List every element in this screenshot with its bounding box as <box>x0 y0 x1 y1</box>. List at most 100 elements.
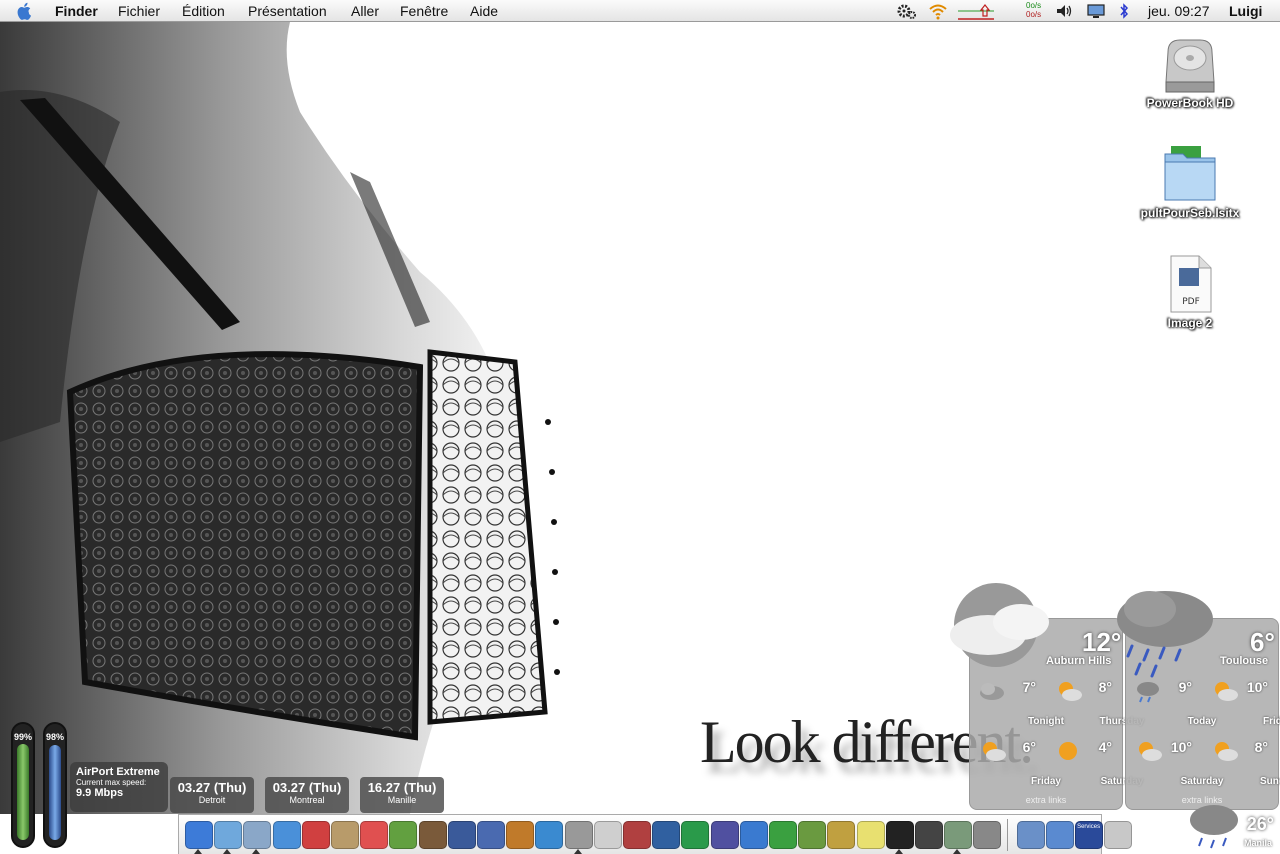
itunes-icon[interactable] <box>389 821 418 849</box>
hard-drive-icon <box>1165 39 1215 93</box>
excel-icon[interactable] <box>769 821 797 849</box>
running-indicator <box>194 849 202 854</box>
forecast-cell: 7° Tonight <box>972 673 1064 731</box>
menu-edition[interactable]: Édition <box>182 3 225 19</box>
forecast-temp: 10° <box>1170 739 1192 755</box>
gears-icon[interactable] <box>896 2 918 20</box>
imovie-icon[interactable] <box>447 821 476 849</box>
airport-widget[interactable]: AirPort Extreme Current max speed: 9.9 M… <box>70 762 168 812</box>
desktop-icon-powerbook-hd[interactable]: PowerBook HD <box>1130 36 1250 110</box>
photoshop-icon[interactable] <box>652 821 681 849</box>
trash-icon[interactable] <box>1103 821 1132 849</box>
menu-app-finder[interactable]: Finder <box>55 3 98 19</box>
menu-fichier[interactable]: Fichier <box>118 3 160 19</box>
moon-cloud-icon <box>950 583 1049 667</box>
menu-aller[interactable]: Aller <box>351 3 379 19</box>
finder-icon[interactable] <box>185 821 213 849</box>
url-icon[interactable] <box>1016 821 1045 849</box>
network-speed: 0o/s 0o/s <box>1026 1 1041 19</box>
adium-icon[interactable] <box>301 821 330 849</box>
forecast-day: Friday <box>1262 716 1280 727</box>
preview-icon[interactable] <box>623 821 651 849</box>
forecast-temp: 6° <box>1022 739 1036 755</box>
ical-icon[interactable] <box>360 821 389 849</box>
weather-extra-links[interactable]: extra links <box>970 795 1122 805</box>
clock-widget-montreal[interactable]: 03.27 (Thu) Montreal <box>265 777 349 813</box>
menubar-clock[interactable]: jeu. 09:27 <box>1148 3 1210 19</box>
clock-widget-manille[interactable]: 16.27 (Thu) Manille <box>360 777 444 813</box>
system-prefs-icon[interactable] <box>564 821 593 849</box>
quicktime-icon[interactable] <box>535 821 564 849</box>
forecast-cell: 8° Sunday <box>1204 733 1280 791</box>
menu-fenetre[interactable]: Fenêtre <box>400 3 448 19</box>
manila-temp: 26° <box>1246 814 1274 834</box>
network-monitor-icon[interactable] <box>956 2 996 20</box>
dock-item-label: Services <box>1077 824 1101 830</box>
mail-doc-icon[interactable] <box>1045 821 1074 849</box>
menubar-user[interactable]: Luigi <box>1229 3 1262 19</box>
airport-speed: 9.9 Mbps <box>76 787 124 799</box>
textedit-icon[interactable] <box>593 821 622 849</box>
rain-cloud-small-icon <box>1190 805 1238 849</box>
battery-gauge-2: 98% <box>43 722 67 848</box>
bbedit-icon[interactable] <box>710 821 739 849</box>
network-down-speed: 0o/s <box>1026 10 1042 19</box>
detective-icon[interactable] <box>915 821 943 849</box>
manila-city: Manila <box>1243 838 1272 848</box>
services-icon[interactable]: Services <box>1074 821 1103 849</box>
menu-aide[interactable]: Aide <box>470 3 498 19</box>
airport-title: AirPort Extreme <box>76 766 160 778</box>
clock-city: Detroit <box>198 795 226 805</box>
desktop-icon-archive[interactable]: pultPourSeb.lsitx <box>1130 144 1250 220</box>
dock: Services <box>178 814 1132 854</box>
stickies-icon[interactable] <box>856 821 885 849</box>
address-book-icon[interactable] <box>331 821 359 849</box>
iphoto-icon[interactable] <box>418 821 447 849</box>
utility-icon[interactable] <box>944 821 973 849</box>
desktop-icon-image-2[interactable]: PDF Image 2 <box>1130 254 1250 330</box>
partly-sunny-icon <box>1139 742 1162 761</box>
forecast-temp: 7° <box>1022 679 1036 695</box>
forecast-cell: 4° Saturday <box>1048 733 1143 791</box>
weather-widget-manila[interactable]: 26° Manila <box>1186 800 1280 854</box>
forecast-cell: 6° Friday <box>972 733 1061 791</box>
menu-presentation[interactable]: Présentation <box>248 3 327 19</box>
word-icon[interactable] <box>739 821 768 849</box>
stuffit-icon[interactable] <box>827 821 856 849</box>
clock-time: 16.27 (Thu) <box>367 780 437 795</box>
wifi-icon[interactable] <box>928 2 948 20</box>
forecast-temp: 10° <box>1246 679 1268 695</box>
idvd-icon[interactable] <box>477 821 505 849</box>
network-icon[interactable] <box>798 821 827 849</box>
battery-percent: 98% <box>45 732 64 742</box>
disk-utility-icon[interactable] <box>973 821 1002 849</box>
archive-folder-icon <box>1164 146 1216 201</box>
dreamweaver-icon[interactable] <box>681 821 710 849</box>
battery-gauge-1: 99% <box>11 722 35 848</box>
sunny-icon <box>1059 742 1077 760</box>
clock-widget-detroit[interactable]: 03.27 (Thu) Detroit <box>170 777 254 813</box>
mail-icon[interactable] <box>243 821 272 849</box>
menu-bar: Finder Fichier Édition Présentation Alle… <box>0 0 1280 22</box>
desktop-icon-label: pultPourSeb.lsitx <box>1140 206 1240 220</box>
running-indicator <box>223 849 232 854</box>
bluetooth-icon[interactable] <box>1118 2 1130 20</box>
partly-sunny-icon <box>1215 742 1238 761</box>
ichat-icon[interactable] <box>272 821 301 849</box>
rain-cloud-icon <box>1117 591 1213 678</box>
partly-sunny-icon <box>983 742 1006 761</box>
apple-menu-icon[interactable] <box>16 2 34 20</box>
battery-percent: 99% <box>13 732 32 742</box>
volume-icon[interactable] <box>1055 2 1073 20</box>
forecast-temp: 4° <box>1098 739 1112 755</box>
forecast-day: Sunday <box>1259 776 1280 787</box>
forecast-cell: 10° Saturday <box>1128 733 1223 791</box>
battery-gauge-fill <box>17 744 29 840</box>
pdf-badge: PDF <box>1182 297 1200 307</box>
garageband-icon[interactable] <box>506 821 535 849</box>
network-up-speed: 0o/s <box>1026 1 1042 10</box>
cloudy-night-icon <box>980 683 1004 700</box>
safari-icon[interactable] <box>214 821 243 849</box>
display-icon[interactable] <box>1086 2 1106 20</box>
terminal-icon[interactable] <box>885 821 914 849</box>
